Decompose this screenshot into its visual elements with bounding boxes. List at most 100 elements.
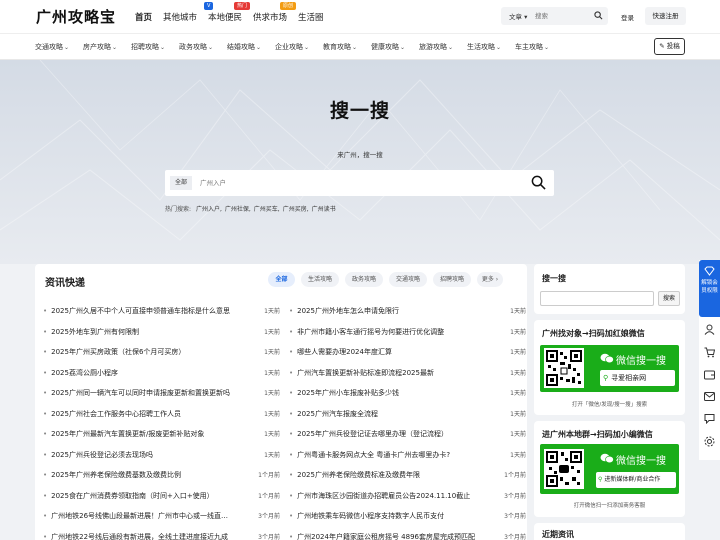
- tab-all[interactable]: 全部: [268, 272, 295, 287]
- hot-search-term[interactable]: 广州入户,: [196, 206, 222, 213]
- news-item[interactable]: 2025年广州兵役登记证去哪里办理（登记流程） 1天前: [289, 423, 526, 443]
- news-item-title[interactable]: 广州市海珠区沙园街道办招聘雇员公告2024.11.10截止: [289, 491, 487, 501]
- news-item[interactable]: 2025广州养老保险缴费标准及缴费年限 1个月前: [289, 464, 526, 484]
- news-item-title[interactable]: 广州地铁22号线后通段有新进展，全线土建进度接近九成: [43, 532, 241, 540]
- news-item-title[interactable]: 2025广州汽车报废全流程: [289, 409, 487, 419]
- tab-more[interactable]: 更多 ›: [477, 272, 503, 287]
- hero-search-input[interactable]: [200, 176, 500, 190]
- news-item-title[interactable]: 2025广州久居不中个人可直接申领普通车指标是什么意思: [43, 306, 241, 316]
- site-logo[interactable]: 广州攻略宝: [36, 6, 116, 27]
- news-item-title[interactable]: 2025荔湾公厕小程序: [43, 368, 241, 378]
- news-item-title[interactable]: 广州地铁26号线佛山段最新进展！广州市中心或一线直…: [43, 511, 241, 521]
- news-item[interactable]: 2025广州久居不中个人可直接申领普通车指标是什么意思 1天前: [43, 300, 280, 320]
- news-item[interactable]: 2025荔湾公厕小程序 1天前: [43, 362, 280, 382]
- news-item-title[interactable]: 广州2024年户籍家庭公租房摇号 4896套房屋完成预匹配: [289, 532, 487, 540]
- news-item[interactable]: 2025年广州最新汽车置换更新/报废更新补贴对象 1天前: [43, 423, 280, 443]
- hot-search-term[interactable]: 广州买车,: [254, 206, 280, 213]
- search-input[interactable]: [535, 10, 590, 22]
- news-item-title[interactable]: 2025年广州最新汽车置换更新/报废更新补贴对象: [43, 429, 241, 439]
- news-item-title[interactable]: 2025年广州养老保险缴费基数及缴费比例: [43, 470, 241, 480]
- news-item-date: 1天前: [264, 390, 280, 397]
- news-item[interactable]: 广州粤通卡服务网点大全 粤通卡广州去哪里办卡? 1天前: [289, 444, 526, 464]
- news-item-title[interactable]: 哪些人需要办理2024年度汇算: [289, 347, 487, 357]
- chevron-down-icon: ⌄: [160, 44, 166, 51]
- news-item[interactable]: 2025年广州小车报废补贴多少钱 1天前: [289, 382, 526, 402]
- category-item[interactable]: 政务攻略⌄: [179, 42, 213, 52]
- news-item[interactable]: 哪些人需要办理2024年度汇算 1天前: [289, 341, 526, 361]
- news-item-title[interactable]: 2025广州养老保险缴费标准及缴费年限: [289, 470, 487, 480]
- cart-icon[interactable]: [704, 347, 715, 358]
- news-item-title[interactable]: 2025年广州买房政策（社保6个月可买房）: [43, 347, 241, 357]
- login-link[interactable]: 登录: [621, 12, 634, 22]
- nav-life-circle[interactable]: 生活圈: [298, 11, 324, 23]
- register-button[interactable]: 快速注册: [645, 7, 686, 25]
- chat-icon[interactable]: [704, 413, 715, 424]
- news-item[interactable]: 2025广州兵役登记必须去现场吗 1天前: [43, 444, 280, 464]
- sidebar-search-button[interactable]: 搜索: [658, 291, 680, 306]
- news-item[interactable]: 2025年广州买房政策（社保6个月可买房） 1天前: [43, 341, 280, 361]
- news-item-title[interactable]: 2025食在广州消费券领取指南（时间+入口+使用）: [43, 491, 241, 501]
- category-item[interactable]: 招聘攻略⌄: [131, 42, 165, 52]
- news-item-title[interactable]: 2025外地车到广州有何限制: [43, 327, 241, 337]
- badge-v: V: [204, 2, 214, 10]
- news-item[interactable]: 2025广州外地车怎么申请免限行 1天前: [289, 300, 526, 320]
- category-item[interactable]: 生活攻略⌄: [467, 42, 501, 52]
- message-icon[interactable]: [704, 391, 715, 402]
- news-item-title[interactable]: 非广州市籍小客车通行摇号为何要进行优化调整: [289, 327, 487, 337]
- category-item[interactable]: 旅游攻略⌄: [419, 42, 453, 52]
- category-item[interactable]: 教育攻略⌄: [323, 42, 357, 52]
- category-item[interactable]: 企业攻略⌄: [275, 42, 309, 52]
- nav-other-cities[interactable]: 其他城市: [163, 11, 197, 23]
- post-button[interactable]: ✎ 投稿: [654, 38, 685, 55]
- nav-local-services[interactable]: 本地便民: [208, 11, 242, 23]
- news-item[interactable]: 广州汽车置换更新补贴标准即流程2025最新 1天前: [289, 362, 526, 382]
- nav-home[interactable]: 首页: [135, 11, 152, 23]
- tab-life[interactable]: 生活攻略: [301, 272, 339, 287]
- news-item[interactable]: 广州地铁26号线佛山段最新进展！广州市中心或一线直… 3个月前: [43, 505, 280, 525]
- news-item[interactable]: 2025广州同一辆汽车可以同时申请报废更新和置换更新吗 1天前: [43, 382, 280, 402]
- news-item[interactable]: 广州市海珠区沙园街道办招聘雇员公告2024.11.10截止 3个月前: [289, 485, 526, 505]
- search-type-select[interactable]: 文章 ▾: [509, 11, 527, 21]
- news-item[interactable]: 广州2024年户籍家庭公租房摇号 4896套房屋完成预匹配 3个月前: [289, 526, 526, 540]
- news-item-date: 1天前: [510, 410, 526, 418]
- search-icon[interactable]: [531, 175, 546, 190]
- nav-market[interactable]: 供求市场: [253, 11, 287, 23]
- hot-search-term[interactable]: 广州读书: [312, 206, 336, 213]
- news-item-title[interactable]: 广州地铁乘车码微信小程序支持数字人民币支付: [289, 511, 487, 521]
- category-item[interactable]: 健康攻略⌄: [371, 42, 405, 52]
- category-item[interactable]: 车主攻略⌄: [515, 42, 549, 52]
- tab-jobs[interactable]: 招聘攻略: [433, 272, 471, 287]
- news-item[interactable]: 2025广州汽车报废全流程 1天前: [289, 403, 526, 423]
- settings-icon[interactable]: [704, 436, 715, 447]
- tab-government[interactable]: 政务攻略: [345, 272, 383, 287]
- news-item-title[interactable]: 2025年广州小车报废补贴多少钱: [289, 388, 487, 398]
- category-item[interactable]: 房产攻略⌄: [83, 42, 117, 52]
- hot-search-term[interactable]: 广州社保,: [225, 206, 251, 213]
- sidebar-search-title: 搜一搜: [542, 274, 566, 283]
- wallet-icon[interactable]: [704, 369, 715, 380]
- news-item[interactable]: 非广州市籍小客车通行摇号为何要进行优化调整 1天前: [289, 321, 526, 341]
- category-item[interactable]: 交通攻略⌄: [35, 42, 69, 52]
- news-item[interactable]: 广州地铁22号线后通段有新进展，全线土建进度接近九成 3个月前: [43, 526, 280, 540]
- news-item[interactable]: 2025食在广州消费券领取指南（时间+入口+使用） 1个月前: [43, 485, 280, 505]
- news-item[interactable]: 2025广州社会工作服务中心招聘工作人员 1天前: [43, 403, 280, 423]
- news-item-title[interactable]: 2025广州同一辆汽车可以同时申请报废更新和置换更新吗: [43, 388, 241, 398]
- user-icon[interactable]: [704, 324, 715, 335]
- news-item-title[interactable]: 广州粤通卡服务网点大全 粤通卡广州去哪里办卡?: [289, 450, 487, 460]
- sidebar-search-input[interactable]: [540, 291, 654, 306]
- search-scope-select[interactable]: 全部: [170, 176, 192, 190]
- news-item-title[interactable]: 广州汽车置换更新补贴标准即流程2025最新: [289, 368, 487, 378]
- news-item-title[interactable]: 2025广州兵役登记必须去现场吗: [43, 450, 241, 460]
- tab-traffic[interactable]: 交通攻略: [389, 272, 427, 287]
- search-icon[interactable]: [594, 11, 603, 20]
- news-item[interactable]: 2025外地车到广州有何限制 1天前: [43, 321, 280, 341]
- category-item[interactable]: 结婚攻略⌄: [227, 42, 261, 52]
- news-item-title[interactable]: 2025年广州兵役登记证去哪里办理（登记流程）: [289, 429, 487, 439]
- news-item[interactable]: 2025年广州养老保险缴费基数及缴费比例 1个月前: [43, 464, 280, 484]
- news-item[interactable]: 广州地铁乘车码微信小程序支持数字人民币支付 3个月前: [289, 505, 526, 525]
- hot-search-term[interactable]: 广州买房,: [283, 206, 309, 213]
- vip-button[interactable]: 解锁会员权限: [699, 260, 720, 317]
- news-item-title[interactable]: 2025广州社会工作服务中心招聘工作人员: [43, 409, 241, 419]
- news-item-title[interactable]: 2025广州外地车怎么申请免限行: [289, 306, 487, 316]
- news-item-date: 3个月前: [504, 513, 526, 520]
